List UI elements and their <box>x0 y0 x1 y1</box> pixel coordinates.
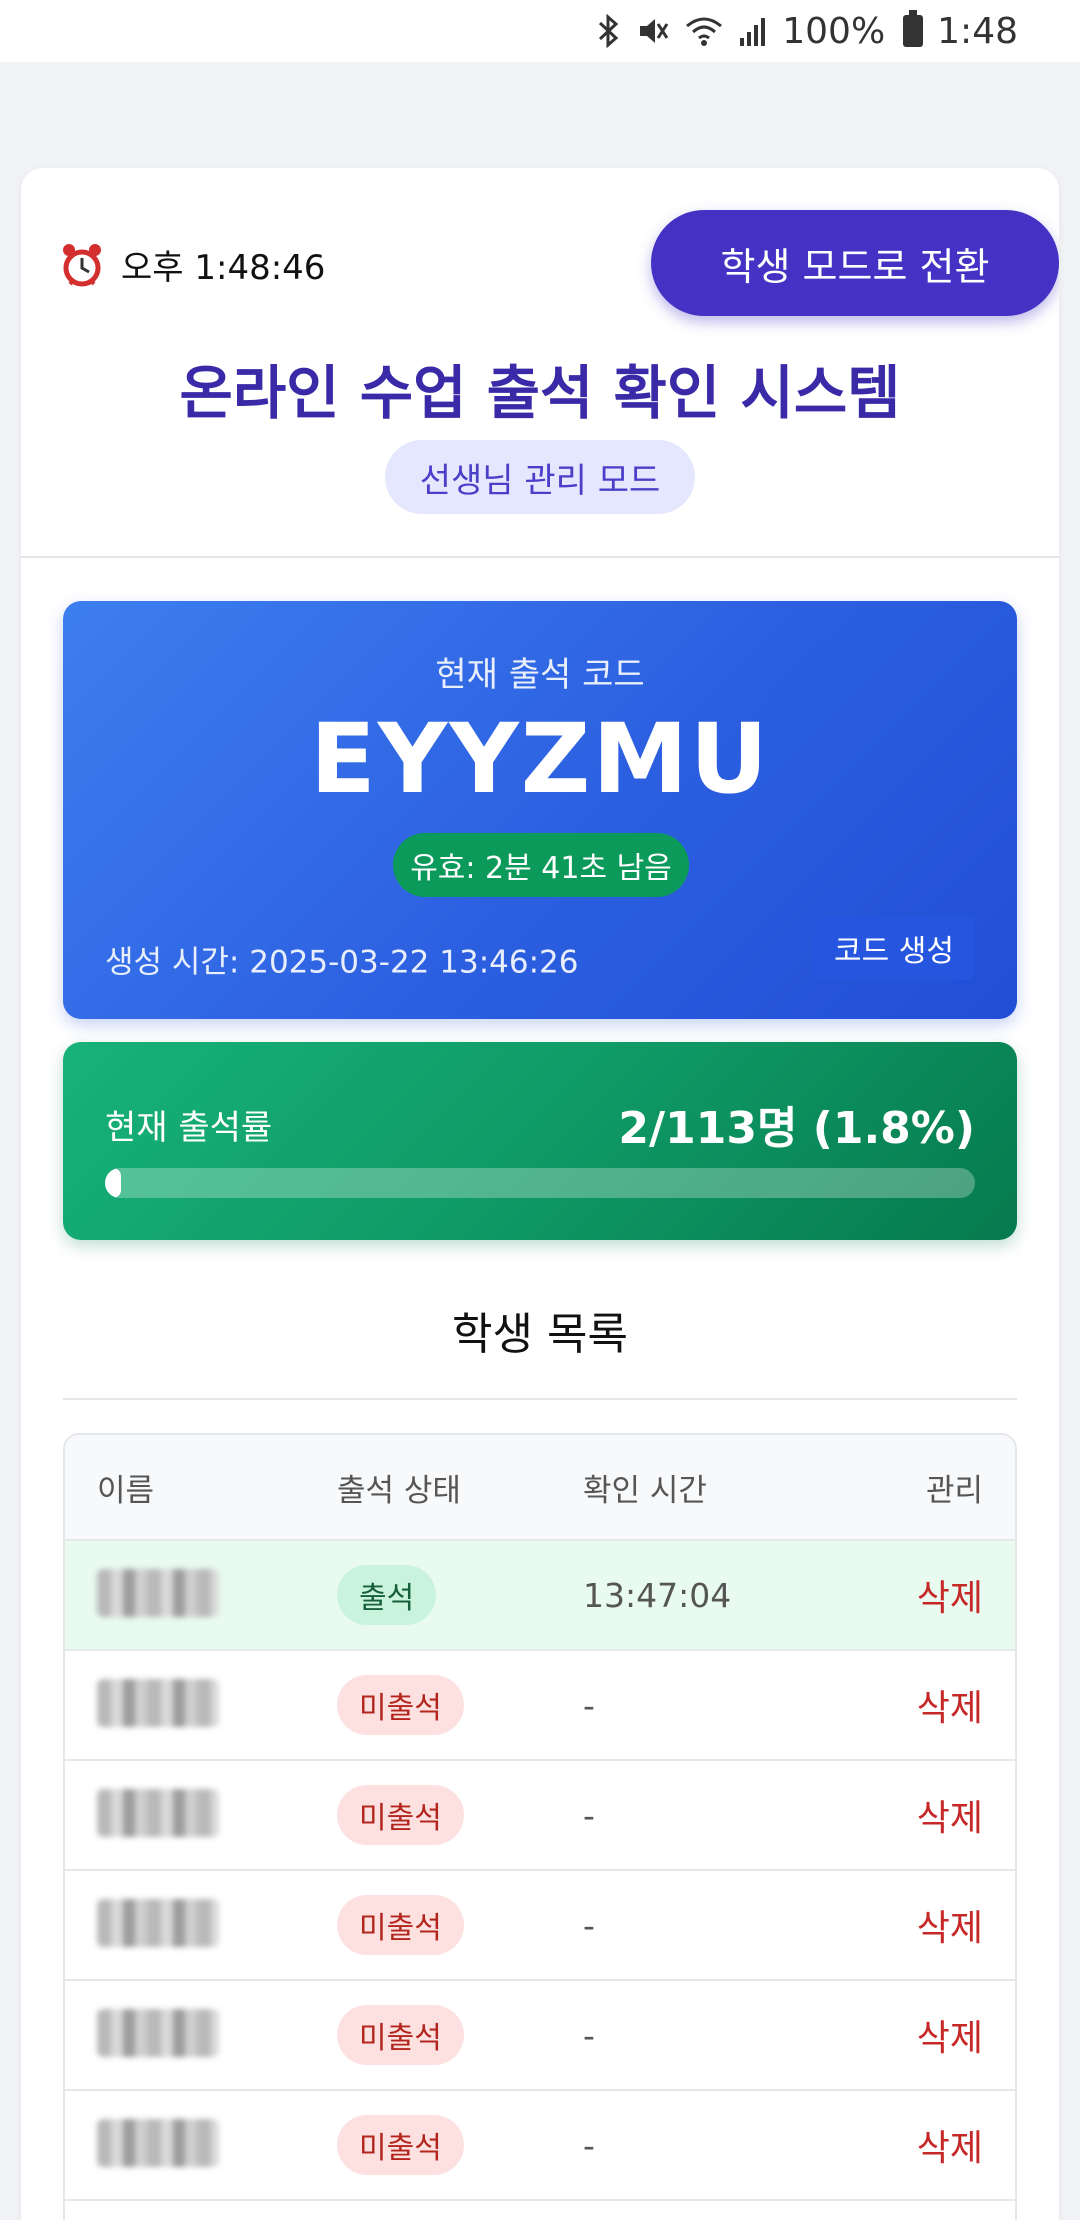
clock: 오후 1:48:46 <box>61 240 325 289</box>
switch-to-student-mode-button[interactable]: 학생 모드로 전환 <box>651 210 1059 316</box>
check-time: - <box>583 2125 595 2165</box>
attendance-rate-card: 현재 출석률 2/113명 (1.8%) <box>63 1042 1017 1240</box>
battery-icon <box>903 10 924 47</box>
header-manage: 관리 <box>925 1472 983 1509</box>
table-row: 미출석 - 삭제 <box>65 2091 1015 2201</box>
table-row: 미출석 - 삭제 <box>65 1761 1015 1871</box>
student-name-blurred <box>97 1679 219 1727</box>
status-badge: 미출석 <box>337 1675 464 1735</box>
table-row: 출석 13:47:04 삭제 <box>65 1541 1015 1651</box>
rate-value: 2/113명 (1.8%) <box>618 1103 975 1154</box>
status-badge: 미출석 <box>337 1895 464 1955</box>
check-time: - <box>583 1795 595 1835</box>
check-time: - <box>583 1905 595 1945</box>
validity-badge: 유효: 2분 41초 남음 <box>393 833 689 897</box>
check-time: - <box>583 1685 595 1725</box>
delete-button[interactable]: 삭제 <box>891 1679 1015 1731</box>
header-status: 출석 상태 <box>337 1472 461 1509</box>
main-card: 오후 1:48:46 학생 모드로 전환 온라인 수업 출석 확인 시스템 선생… <box>21 168 1059 2220</box>
alarm-clock-icon <box>63 243 101 286</box>
table-row <box>65 2201 1015 2220</box>
delete-button[interactable]: 삭제 <box>891 2009 1015 2061</box>
page-title: 온라인 수업 출석 확인 시스템 <box>179 359 901 427</box>
progress-fill <box>105 1168 121 1198</box>
delete-button[interactable]: 삭제 <box>891 1789 1015 1841</box>
status-badge: 미출석 <box>337 1785 464 1845</box>
status-badge: 출석 <box>337 1565 437 1625</box>
battery-percent: 100% <box>782 10 886 52</box>
generate-code-button[interactable]: 코드 생성 <box>813 916 975 980</box>
wifi-icon <box>686 17 723 46</box>
attendance-code-card: 현재 출석 코드 EYYZMU 유효: 2분 41초 남음 생성 시간: 202… <box>63 601 1017 1019</box>
status-badge: 미출석 <box>337 2005 464 2065</box>
delete-button[interactable]: 삭제 <box>891 1899 1015 1951</box>
rate-label: 현재 출석률 <box>105 1108 273 1148</box>
header: 오후 1:48:46 학생 모드로 전환 온라인 수업 출석 확인 시스템 선생… <box>21 168 1059 558</box>
check-time: 13:47:04 <box>583 1575 732 1615</box>
attendance-code: EYYZMU <box>310 703 770 815</box>
status-badge: 미출석 <box>337 2115 464 2175</box>
signal-icon <box>740 18 766 46</box>
status-icons: 100% 1:48 <box>596 10 1018 52</box>
table-header: 이름 출석 상태 확인 시간 관리 <box>65 1435 1015 1541</box>
student-name-blurred <box>97 1569 219 1617</box>
student-name-blurred <box>97 1899 219 1947</box>
table-row: 미출석 - 삭제 <box>65 1871 1015 1981</box>
clock-text: 오후 1:48:46 <box>121 248 326 288</box>
student-name-blurred <box>97 2119 219 2167</box>
student-name-blurred <box>97 2009 219 2057</box>
status-bar: 100% 1:48 <box>0 0 1080 62</box>
bluetooth-icon <box>599 14 619 48</box>
table-row: 미출석 - 삭제 <box>65 1981 1015 2091</box>
delete-button[interactable]: 삭제 <box>891 1569 1015 1621</box>
mute-icon <box>640 19 669 43</box>
student-list-title: 학생 목록 <box>452 1309 628 1360</box>
generated-time: 생성 시간: 2025-03-22 13:46:26 <box>105 944 579 981</box>
delete-button[interactable]: 삭제 <box>891 2119 1015 2171</box>
table-row: 미출석 - 삭제 <box>65 1651 1015 1761</box>
student-name-blurred <box>97 1789 219 1837</box>
check-time: - <box>583 2015 595 2055</box>
student-table: 이름 출석 상태 확인 시간 관리 출석 13:47:04 삭제 미출석 - 삭… <box>63 1433 1017 2220</box>
header-name: 이름 <box>97 1472 155 1509</box>
teacher-mode-badge: 선생님 관리 모드 <box>385 440 695 514</box>
code-label: 현재 출석 코드 <box>435 655 645 695</box>
attendance-progress-bar <box>105 1168 975 1198</box>
header-time: 확인 시간 <box>583 1472 707 1509</box>
status-time: 1:48 <box>937 10 1018 52</box>
divider <box>63 1398 1017 1400</box>
